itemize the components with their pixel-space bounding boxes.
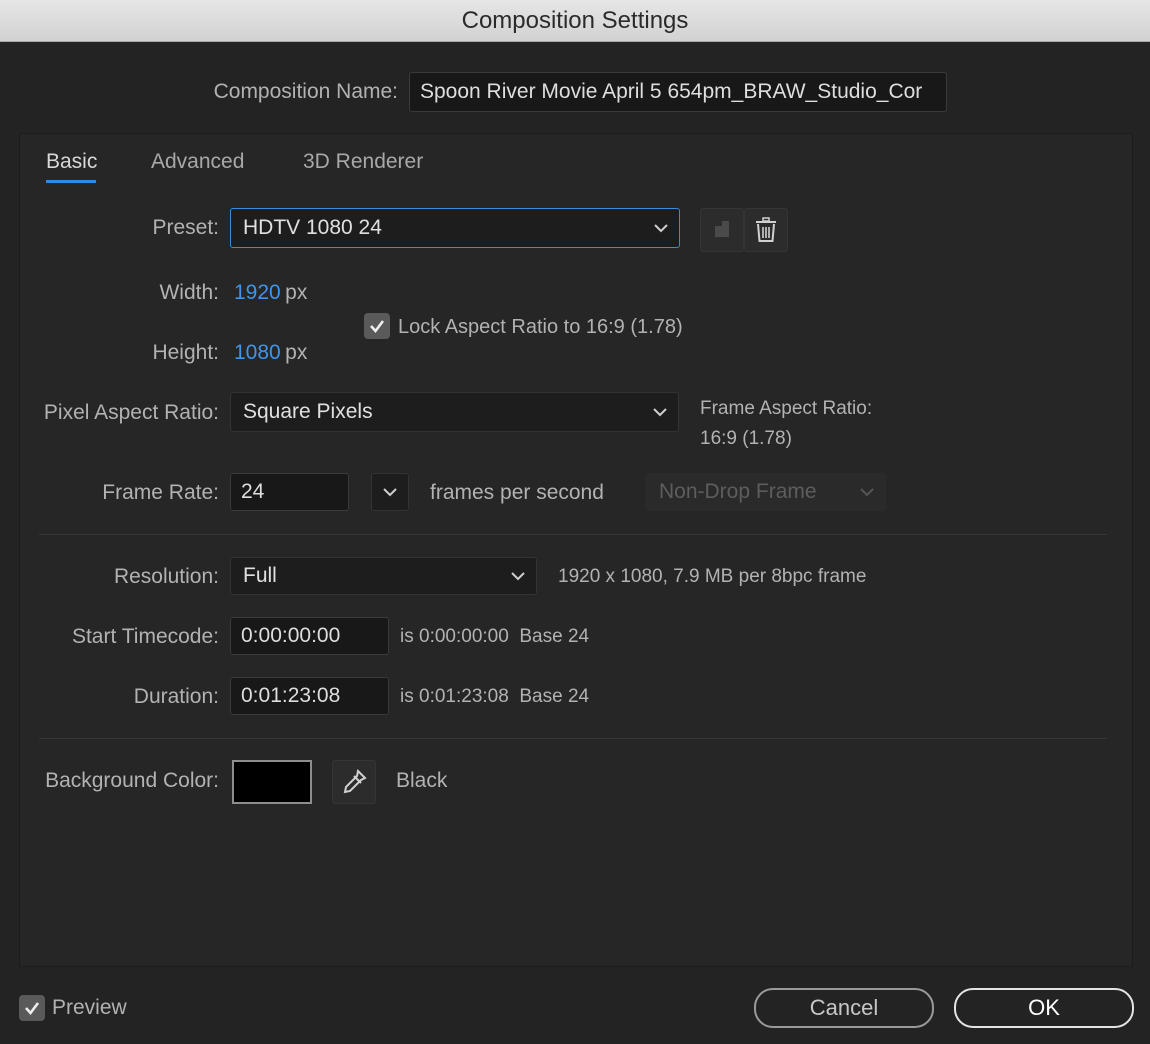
width-label: Width: — [159, 281, 219, 304]
title-bar: Composition Settings — [0, 0, 1150, 42]
height-label: Height: — [152, 341, 219, 364]
background-color-swatch[interactable] — [232, 760, 312, 804]
ok-button-label: OK — [1028, 995, 1060, 1020]
chevron-down-icon — [860, 488, 874, 497]
ok-button[interactable]: OK — [954, 988, 1134, 1028]
frame-aspect-value: 16:9 (1.78) — [700, 428, 792, 449]
frame-rate-dropdown[interactable] — [371, 473, 409, 511]
preset-dropdown[interactable]: HDTV 1080 24 — [230, 208, 680, 248]
frame-rate-value: 24 — [241, 480, 265, 503]
delete-preset-button[interactable] — [744, 208, 788, 252]
preset-value: HDTV 1080 24 — [243, 216, 382, 239]
chevron-down-icon — [653, 408, 667, 417]
resolution-label: Resolution: — [113, 565, 219, 588]
start-timecode-value: 0:00:00:00 — [241, 624, 341, 647]
duration-value: 0:01:23:08 — [241, 684, 341, 707]
chevron-down-icon — [511, 572, 525, 581]
save-preset-icon — [715, 221, 729, 237]
width-field[interactable]: 1920 px — [234, 281, 307, 305]
height-unit: px — [285, 341, 308, 364]
resolution-dropdown[interactable]: Full — [230, 557, 537, 595]
chevron-down-icon — [383, 488, 397, 497]
frame-rate-input[interactable]: 24 — [230, 473, 349, 511]
settings-panel — [19, 133, 1133, 967]
frame-rate-unit-label: frames per second — [430, 481, 604, 504]
composition-name-value: Spoon River Movie April 5 654pm_BRAW_Stu… — [420, 80, 923, 103]
background-color-label: Background Color: — [45, 769, 219, 792]
tab-3d-renderer[interactable]: 3D Renderer — [303, 150, 423, 174]
pixel-aspect-value: Square Pixels — [243, 400, 373, 423]
tab-basic[interactable]: Basic — [46, 150, 97, 174]
background-color-name: Black — [396, 769, 448, 792]
duration-label: Duration: — [133, 685, 219, 708]
cancel-button[interactable]: Cancel — [754, 988, 934, 1028]
active-tab-indicator — [46, 180, 96, 183]
drop-frame-value: Non-Drop Frame — [659, 480, 817, 503]
resolution-value: Full — [243, 564, 277, 587]
pixel-aspect-label: Pixel Aspect Ratio: — [43, 401, 219, 424]
checkmark-icon — [25, 1002, 40, 1016]
duration-input[interactable]: 0:01:23:08 — [230, 677, 389, 715]
lock-aspect-checkbox[interactable] — [364, 313, 390, 339]
height-field[interactable]: 1080 px — [234, 341, 307, 365]
resolution-info: 1920 x 1080, 7.9 MB per 8bpc frame — [558, 566, 867, 587]
width-value[interactable]: 1920 — [234, 281, 281, 304]
width-unit: px — [285, 281, 308, 304]
composition-name-input[interactable]: Spoon River Movie April 5 654pm_BRAW_Stu… — [409, 72, 947, 112]
preset-label: Preset: — [152, 216, 219, 239]
frame-rate-label: Frame Rate: — [102, 481, 219, 504]
preview-checkbox[interactable] — [19, 995, 45, 1021]
pixel-aspect-dropdown[interactable]: Square Pixels — [230, 392, 679, 432]
save-preset-button[interactable] — [700, 208, 744, 252]
composition-name-label: Composition Name: — [213, 80, 398, 103]
eyedropper-button[interactable] — [332, 760, 376, 804]
checkmark-icon — [370, 320, 385, 334]
start-timecode-info: is 0:00:00:00 Base 24 — [400, 626, 590, 647]
preview-label: Preview — [52, 996, 127, 1019]
start-timecode-input[interactable]: 0:00:00:00 — [230, 617, 389, 655]
lock-aspect-label: Lock Aspect Ratio to 16:9 (1.78) — [398, 316, 683, 338]
height-value[interactable]: 1080 — [234, 341, 281, 364]
drop-frame-dropdown[interactable]: Non-Drop Frame — [646, 473, 886, 511]
eyedropper-icon — [343, 768, 367, 794]
frame-aspect-label: Frame Aspect Ratio: — [700, 398, 873, 419]
window-title: Composition Settings — [461, 6, 689, 34]
trash-icon — [756, 217, 776, 242]
divider — [39, 738, 1107, 739]
cancel-button-label: Cancel — [809, 995, 879, 1020]
chevron-down-icon — [654, 224, 668, 233]
divider — [39, 534, 1107, 535]
duration-info: is 0:01:23:08 Base 24 — [400, 686, 590, 707]
tab-advanced[interactable]: Advanced — [151, 150, 244, 174]
start-timecode-label: Start Timecode: — [71, 625, 219, 648]
